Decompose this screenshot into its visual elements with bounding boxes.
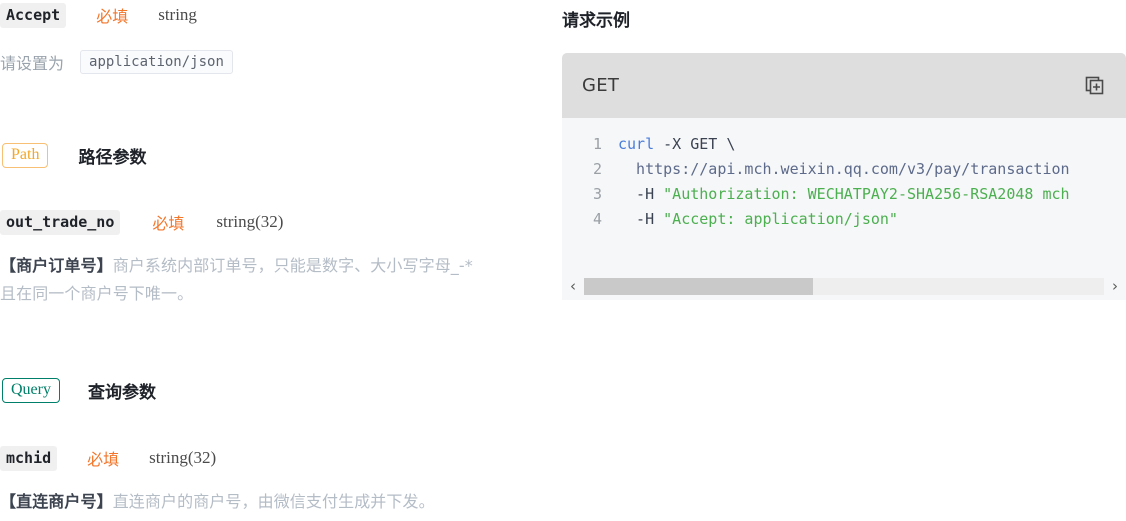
request-example-column: 请求示例 GET 1 curl -X GET \ 2 https://api.mch…: [560, 0, 1126, 521]
code-line-content: curl -X GET \: [618, 132, 735, 157]
section-header-path: Path 路径参数: [2, 143, 147, 169]
code-line-number: 2: [592, 160, 602, 178]
section-title-query: 查询参数: [87, 383, 156, 404]
api-doc-page: Accept 必填 string 请设置为 application/json P…: [0, 0, 1126, 521]
param-name-mchid: mchid: [0, 446, 58, 471]
panel-title-request-example: 请求示例: [562, 11, 630, 31]
code-token: -X GET \: [654, 135, 736, 153]
param-name-accept: Accept: [0, 3, 67, 28]
code-token: https://api.mch.weixin.qq.com/v3/pay/tra…: [618, 160, 1070, 178]
param-required-out-trade-no: 必填: [152, 214, 185, 234]
code-line-content: -H "Accept: application/json": [618, 207, 898, 232]
code-token: "Authorization: WECHATPAY2-SHA256-RSA204…: [663, 185, 1070, 203]
scroll-left-arrow-icon[interactable]: ‹: [562, 279, 584, 294]
param-desc-title-out-trade-no: 【商户订单号】: [0, 256, 113, 275]
code-line-number: 1: [592, 135, 602, 153]
code-body[interactable]: 1 curl -X GET \ 2 https://api.mch.weixin.q…: [562, 118, 1126, 278]
param-name-out-trade-no: out_trade_no: [0, 210, 121, 235]
scroll-right-arrow-icon[interactable]: ›: [1104, 279, 1126, 294]
param-row-accept: Accept 必填 string: [0, 3, 197, 28]
code-line: 3 -H "Authorization: WECHATPAY2-SHA256-R…: [562, 182, 1126, 207]
scrollbar-track[interactable]: [584, 278, 1104, 295]
code-line-content: https://api.mch.weixin.qq.com/v3/pay/tra…: [618, 157, 1070, 182]
code-line-number: 4: [592, 210, 602, 228]
param-desc-out-trade-no-line1: 【商户订单号】商户系统内部订单号，只能是数字、大小写字母_-*: [0, 252, 473, 280]
badge-path: Path: [2, 143, 49, 169]
parameters-column: Accept 必填 string 请设置为 application/json P…: [0, 0, 560, 521]
code-token: -H: [618, 185, 664, 203]
code-card-header: GET: [562, 53, 1126, 118]
param-type-out-trade-no: string(32): [216, 212, 284, 232]
param-desc-body-out-trade-no-1: 商户系统内部订单号，只能是数字、大小写字母_-*: [112, 256, 473, 275]
accept-hint-row: 请设置为 application/json: [0, 50, 233, 74]
code-line: 1 curl -X GET \: [562, 132, 1126, 157]
param-desc-body-mchid: 直连商户的商户号，由微信支付生成并下发。: [112, 492, 435, 511]
section-title-path: 路径参数: [78, 148, 147, 169]
code-line: 2 https://api.mch.weixin.qq.com/v3/pay/t…: [562, 157, 1126, 182]
param-row-mchid: mchid 必填 string(32): [0, 446, 216, 471]
param-desc-title-mchid: 【直连商户号】: [0, 492, 113, 511]
code-line-content: -H "Authorization: WECHATPAY2-SHA256-RSA…: [618, 182, 1070, 207]
code-token: -H: [618, 210, 664, 228]
section-header-query: Query 查询参数: [2, 378, 156, 404]
param-type-mchid: string(32): [149, 448, 217, 468]
code-horizontal-scrollbar[interactable]: ‹ ›: [562, 273, 1126, 300]
code-token: curl: [618, 135, 655, 153]
code-card: GET 1 curl -X GET \ 2 https://api.mch.weix…: [562, 53, 1126, 300]
accept-hint-text: 请设置为: [0, 54, 65, 73]
param-desc-mchid: 【直连商户号】直连商户的商户号，由微信支付生成并下发。: [0, 488, 435, 516]
param-type-accept: string: [158, 5, 197, 25]
code-line: 4 -H "Accept: application/json": [562, 207, 1126, 232]
param-required-mchid: 必填: [87, 450, 120, 470]
param-desc-out-trade-no-line2: 且在同一个商户号下唯一。: [0, 284, 194, 303]
param-row-out-trade-no: out_trade_no 必填 string(32): [0, 210, 283, 235]
scrollbar-thumb[interactable]: [584, 278, 813, 295]
code-line-number: 3: [592, 185, 602, 203]
copy-icon[interactable]: [1082, 73, 1108, 99]
code-token: "Accept: application/json": [663, 210, 898, 228]
badge-query: Query: [2, 378, 60, 404]
param-required-accept: 必填: [96, 7, 129, 27]
http-method-label: GET: [582, 75, 620, 96]
accept-value-tag: application/json: [80, 50, 233, 74]
